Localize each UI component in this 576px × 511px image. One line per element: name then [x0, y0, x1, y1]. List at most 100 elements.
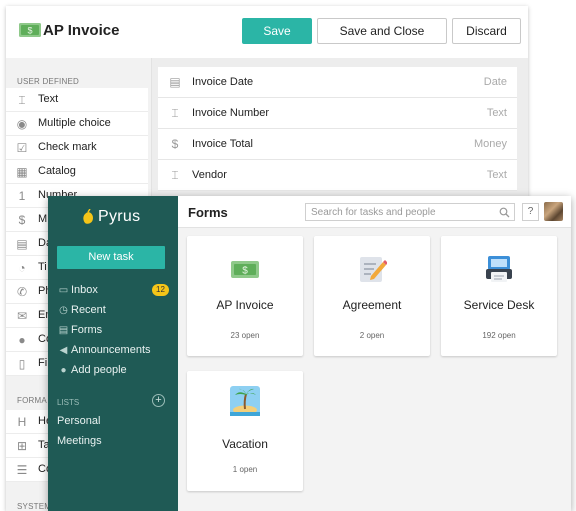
checkbox-icon: ☑: [16, 141, 28, 155]
palette-item-multiple-choice[interactable]: ◉ Multiple choice: [6, 112, 148, 136]
clock-icon: ◷: [59, 305, 68, 316]
page-title: Forms: [188, 205, 228, 220]
open-count: 1 open: [232, 465, 258, 474]
phone-icon: ✆: [16, 285, 28, 299]
pyrus-app-window: Pyrus New task ▭ Inbox 12 ◷ Recent ▤ For…: [48, 196, 571, 511]
field-row[interactable]: ⌶ Invoice Number Text: [158, 98, 517, 129]
inbox-icon: ▭: [58, 285, 69, 296]
palette-item-label: Text: [38, 93, 59, 105]
palette-item-check-mark[interactable]: ☑ Check mark: [6, 136, 148, 160]
editor-header: $ AP Invoice Save Save and Close Discard: [6, 6, 528, 58]
discard-button[interactable]: Discard: [452, 18, 521, 44]
calendar-icon: ▤: [16, 237, 28, 251]
text-icon: ⌶: [171, 106, 179, 120]
open-count: 192 open: [482, 331, 516, 340]
megaphone-icon: ◀: [59, 345, 68, 356]
nav-item-add-people[interactable]: ● Add people: [58, 363, 172, 379]
form-title: AP Invoice: [43, 22, 120, 39]
form-name: Service Desk: [463, 298, 535, 312]
add-list-button[interactable]: +: [152, 394, 165, 407]
file-icon: ▯: [18, 357, 26, 371]
sidebar: Pyrus New task ▭ Inbox 12 ◷ Recent ▤ For…: [48, 196, 178, 511]
nav-item-inbox[interactable]: ▭ Inbox 12: [58, 283, 172, 299]
form-name: Vacation: [222, 437, 268, 451]
field-name: Invoice Date: [192, 76, 254, 88]
save-button[interactable]: Save: [242, 18, 312, 44]
field-row[interactable]: ▤ Invoice Date Date: [158, 67, 517, 98]
text-icon: ⌶: [171, 168, 179, 182]
nav-item-forms[interactable]: ▤ Forms: [58, 323, 172, 339]
top-bar: Forms ?: [178, 196, 571, 228]
lists-heading: LISTS: [57, 398, 80, 407]
help-button[interactable]: ?: [522, 203, 539, 221]
search-icon[interactable]: [499, 207, 510, 218]
field-row[interactable]: $ Invoice Total Money: [158, 129, 517, 160]
field-name: Invoice Total: [192, 138, 253, 150]
open-count: 23 open: [230, 331, 260, 340]
radio-icon: ◉: [16, 117, 28, 131]
money-icon: $: [231, 261, 259, 278]
palette-item-label: Ti: [38, 261, 47, 273]
person-icon: ●: [18, 333, 26, 347]
list-item-meetings[interactable]: Meetings: [57, 435, 102, 447]
form-card-ap-invoice[interactable]: $ AP Invoice 23 open: [187, 236, 303, 356]
palette-item-catalog[interactable]: ▦ Catalog: [6, 160, 148, 184]
form-name: Agreement: [342, 298, 402, 312]
search-box[interactable]: [305, 203, 515, 221]
field-type: Text: [486, 169, 507, 181]
form-name: AP Invoice: [216, 298, 274, 312]
number-icon: 1: [18, 189, 26, 203]
system-heading: SYSTEM: [17, 502, 52, 511]
nav-item-recent[interactable]: ◷ Recent: [58, 303, 172, 319]
field-type: Date: [483, 76, 507, 88]
nav-item-label: Announcements: [71, 344, 151, 356]
field-name: Vendor: [192, 169, 227, 181]
nav-item-label: Add people: [71, 364, 127, 376]
field-name: Invoice Number: [192, 107, 270, 119]
palette-item-label: Catalog: [38, 165, 76, 177]
list-item-personal[interactable]: Personal: [57, 415, 100, 427]
nav-item-announcements[interactable]: ◀ Announcements: [58, 343, 172, 359]
island-icon: [230, 386, 260, 416]
text-icon: ⌶: [18, 93, 26, 107]
email-icon: ✉: [16, 309, 28, 323]
formatting-heading: FORMA: [17, 396, 47, 405]
money-icon: $: [171, 137, 179, 151]
money-icon: $: [18, 213, 26, 227]
svg-text:$: $: [27, 26, 32, 36]
open-count: 2 open: [359, 331, 385, 340]
table-icon: ⊞: [16, 439, 28, 453]
memo-icon: [360, 257, 387, 282]
pyrus-leaf-icon: [83, 209, 93, 224]
catalog-icon: ▦: [16, 165, 28, 179]
add-person-icon: ●: [60, 365, 67, 376]
save-and-close-button[interactable]: Save and Close: [317, 18, 447, 44]
nav-item-label: Forms: [71, 324, 103, 336]
palette-item-text[interactable]: ⌶ Text: [6, 88, 148, 112]
inbox-count-badge: 12: [152, 284, 169, 296]
nav-item-label: Inbox: [71, 284, 98, 296]
user-defined-heading: USER DEFINED: [17, 77, 79, 86]
form-card-vacation[interactable]: Vacation 1 open: [187, 371, 303, 491]
new-task-button[interactable]: New task: [57, 246, 165, 269]
svg-text:$: $: [242, 266, 248, 277]
palette-item-label: Multiple choice: [38, 117, 111, 129]
form-card-service-desk[interactable]: Service Desk 192 open: [441, 236, 557, 356]
nav-item-label: Recent: [71, 304, 106, 316]
palette-item-label: M: [38, 213, 48, 225]
money-icon: $: [19, 23, 41, 37]
avatar[interactable]: [544, 202, 563, 221]
service-desk-icon: [486, 256, 512, 282]
palette-item-label: Check mark: [38, 141, 97, 153]
field-type: Text: [486, 107, 507, 119]
form-card-agreement[interactable]: Agreement 2 open: [314, 236, 430, 356]
timer-icon: ◔: [18, 261, 26, 275]
search-input[interactable]: [311, 206, 496, 219]
forms-icon: ▤: [58, 325, 69, 336]
palette-item-label: Fi: [38, 357, 48, 369]
field-row[interactable]: ⌶ Vendor Text: [158, 160, 517, 191]
calendar-icon: ▤: [169, 75, 181, 89]
heading-icon: H: [17, 415, 27, 429]
list-icon: ☰: [16, 463, 28, 477]
field-type: Money: [473, 138, 507, 150]
